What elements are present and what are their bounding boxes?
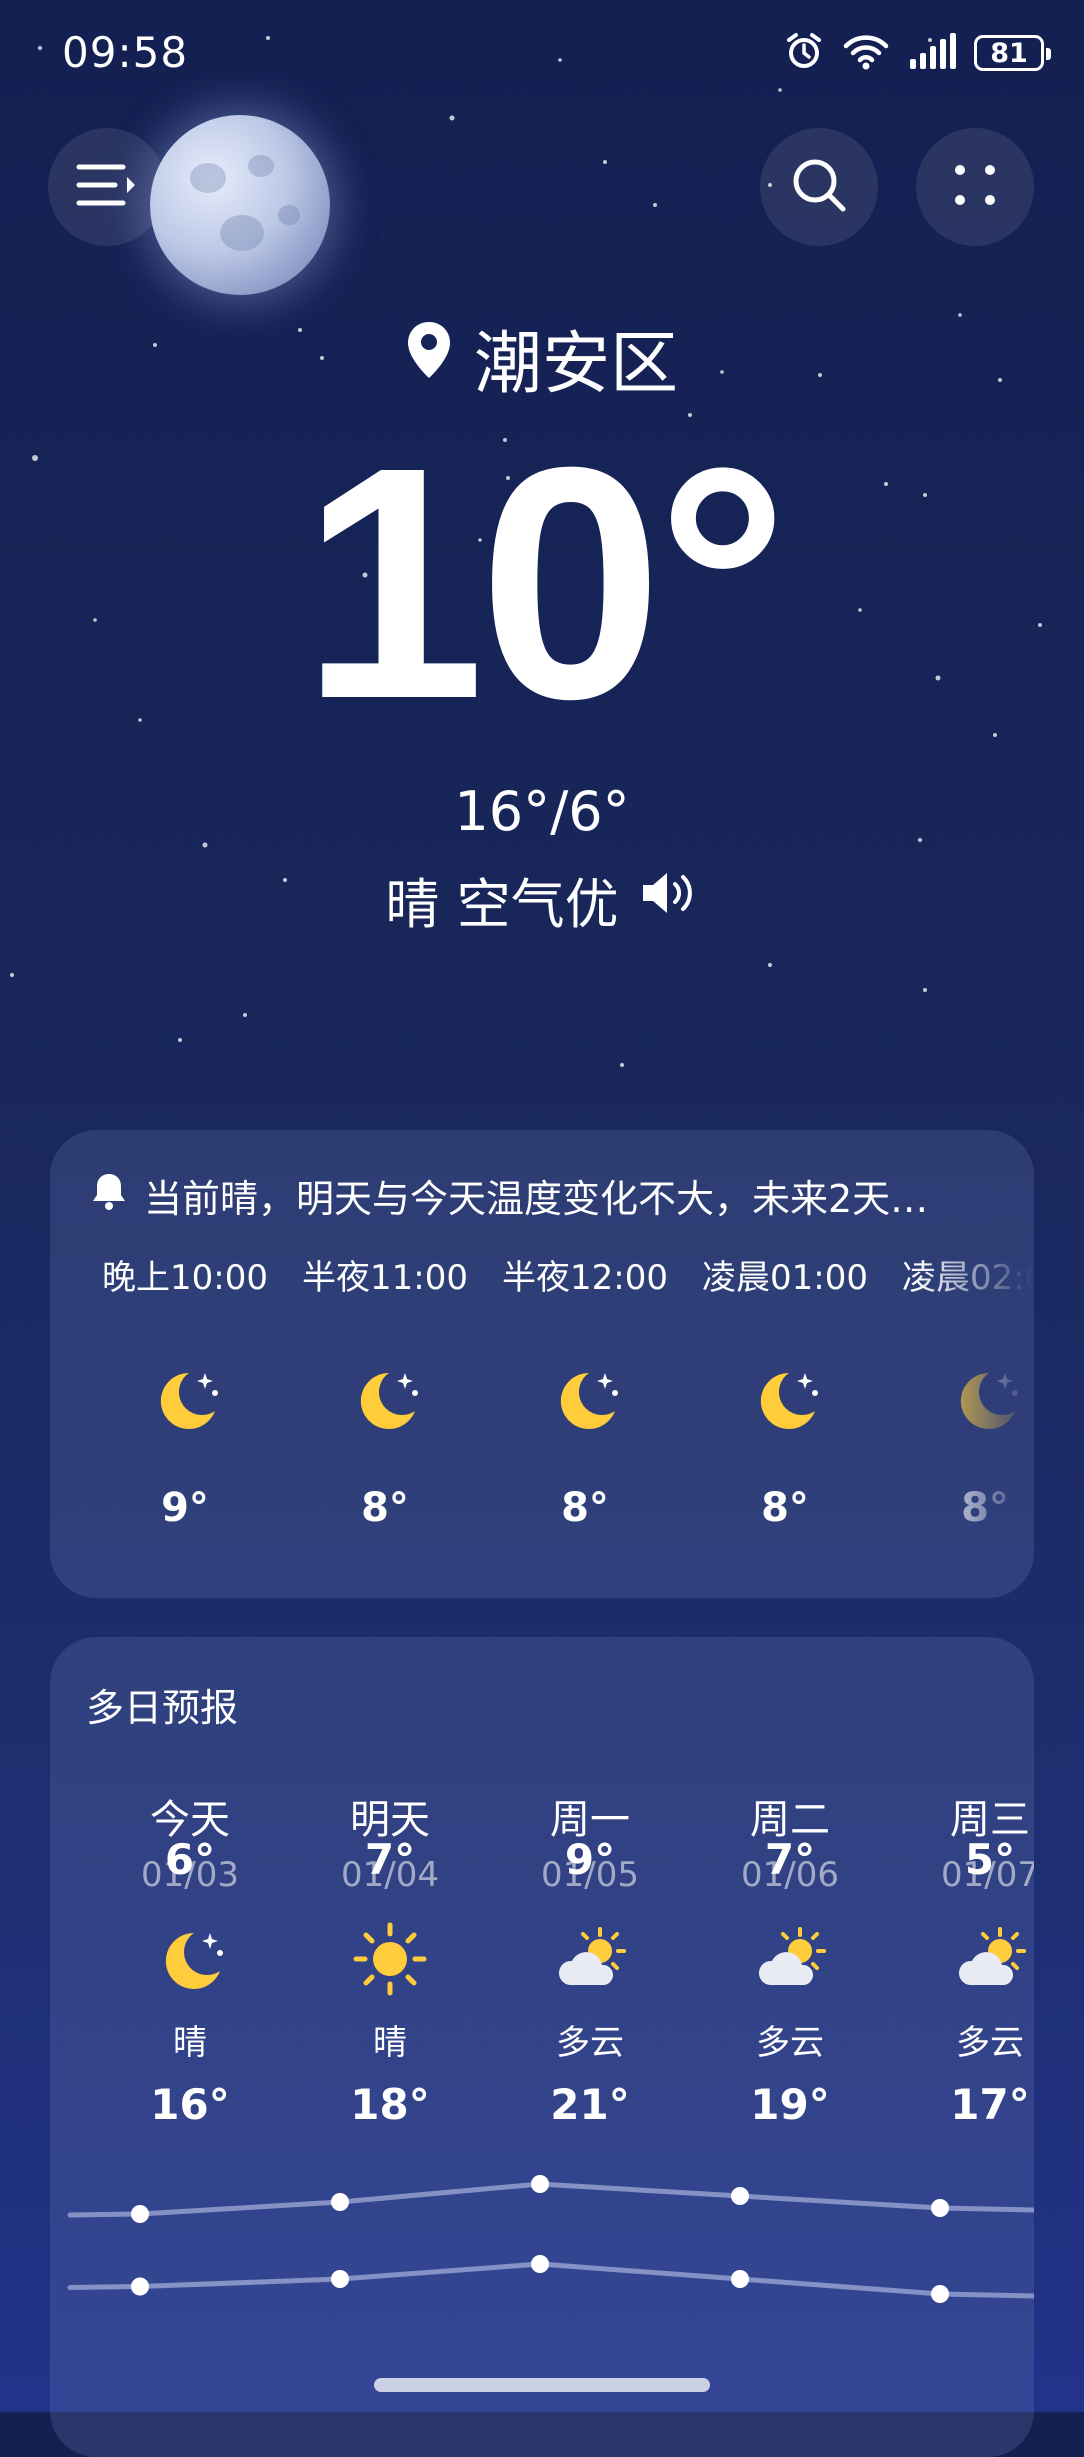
- moon-stars-icon: [545, 1359, 625, 1439]
- day-condition: 多云: [756, 2023, 824, 2063]
- hour-item: 半夜11:00 8°: [285, 1250, 485, 1531]
- hour-item: 半夜12:00 8°: [485, 1250, 685, 1531]
- hour-item: 凌晨01:00 8°: [685, 1250, 885, 1531]
- wifi-icon: [842, 31, 890, 75]
- hour-temp: 8°: [961, 1485, 1009, 1531]
- hour-temp: 8°: [761, 1485, 809, 1531]
- low-temperature-row: 6° 7° 9° 7° 5°: [50, 1835, 1034, 1915]
- high-temp-point: [731, 2187, 749, 2205]
- forecast-title: 多日预报: [86, 1686, 239, 1730]
- location-pin-icon: [406, 318, 452, 397]
- hour-item: 凌晨02:00 8°: [885, 1250, 1034, 1531]
- day-high: 21°: [550, 2080, 630, 2129]
- weather-alert[interactable]: 当前晴，明天与今天温度变化不大，未来2天…: [90, 1168, 1010, 1223]
- hourly-forecast-card[interactable]: 当前晴，明天与今天温度变化不大，未来2天… 晚上10:00 9° 半夜11:00…: [50, 1130, 1034, 1598]
- high-temp-point: [331, 2193, 349, 2211]
- day-condition: 多云: [556, 2023, 624, 2063]
- alert-text: 当前晴，明天与今天温度变化不大，未来2天…: [144, 1177, 929, 1221]
- day-low: 5°: [964, 1835, 1016, 1884]
- hour-time: 凌晨01:00: [702, 1258, 868, 1298]
- low-temp-point: [931, 2285, 949, 2303]
- high-temp-point: [531, 2175, 549, 2193]
- hour-temp: 8°: [361, 1485, 409, 1531]
- partly-cloudy-icon: [750, 1919, 830, 1999]
- search-button[interactable]: [760, 128, 878, 246]
- alarm-icon: [784, 31, 824, 75]
- temperature-trend-chart: [67, 2175, 1034, 2303]
- hour-temp: 9°: [161, 1485, 209, 1531]
- hour-time: 晚上10:00: [102, 1258, 268, 1298]
- low-temp-point: [531, 2255, 549, 2273]
- search-icon: [788, 154, 850, 220]
- bell-icon: [90, 1171, 128, 1220]
- hourly-list[interactable]: 晚上10:00 9° 半夜11:00 8° 半夜12:00 8° 凌晨01:00…: [50, 1250, 1034, 1590]
- grid-dots-icon: [952, 162, 998, 212]
- partly-cloudy-icon: [950, 1919, 1030, 1999]
- moon-stars-icon: [150, 1919, 230, 1999]
- sun-icon: [350, 1919, 430, 1999]
- day-high: 19°: [750, 2080, 830, 2129]
- location-name: 潮安区: [473, 325, 678, 404]
- speaker-icon[interactable]: [639, 868, 699, 931]
- day-low: 7°: [364, 1835, 416, 1884]
- hour-time: 半夜11:00: [302, 1258, 468, 1298]
- hour-item: 晚上10:00 9°: [85, 1250, 285, 1531]
- location-header[interactable]: 潮安区: [0, 308, 1084, 407]
- day-high: 18°: [350, 2080, 430, 2129]
- moon-stars-icon: [145, 1359, 225, 1439]
- multi-day-forecast-card[interactable]: 多日预报 今天 01/03 晴 16° 明天 01/04 晴 18° 周一 01…: [50, 1637, 1034, 2457]
- low-temp-point: [131, 2277, 149, 2296]
- current-temperature: 10°: [301, 398, 788, 767]
- low-temp-line: [67, 2261, 1034, 2299]
- hour-time: 半夜12:00: [502, 1258, 668, 1298]
- low-temp-point: [331, 2270, 349, 2288]
- menu-icon: [75, 161, 139, 213]
- day-condition: 晴: [173, 2023, 207, 2063]
- moon-stars-icon: [945, 1359, 1025, 1439]
- status-time: 09:58: [62, 28, 189, 77]
- low-temp-point: [731, 2270, 749, 2288]
- menu-button[interactable]: [48, 128, 166, 246]
- hour-time: 凌晨02:00: [902, 1258, 1034, 1298]
- condition-text: 晴 空气优: [385, 873, 619, 936]
- day-condition: 晴: [373, 2023, 407, 2063]
- home-indicator[interactable]: [374, 2378, 710, 2392]
- hour-temp: 8°: [561, 1485, 609, 1531]
- day-high: 16°: [150, 2080, 230, 2129]
- partly-cloudy-icon: [550, 1919, 630, 1999]
- status-icons: 81: [784, 30, 1051, 76]
- moon-stars-icon: [345, 1359, 425, 1439]
- signal-icon: [908, 33, 956, 73]
- day-low: 6°: [164, 1835, 216, 1884]
- high-low-temperature: 16°/6°: [454, 780, 630, 843]
- high-temp-point: [931, 2199, 949, 2217]
- day-low: 9°: [564, 1835, 616, 1884]
- high-temp-point: [131, 2205, 149, 2223]
- moon-stars-icon: [745, 1359, 825, 1439]
- day-low: 7°: [764, 1835, 816, 1884]
- day-condition: 多云: [956, 2023, 1024, 2063]
- moon-illustration: [150, 115, 330, 295]
- high-temp-line: [67, 2181, 1034, 2218]
- current-condition: 晴 空气优: [0, 860, 1084, 939]
- battery-indicator: 81: [974, 35, 1051, 71]
- day-high: 17°: [950, 2080, 1030, 2129]
- more-options-button[interactable]: [916, 128, 1034, 246]
